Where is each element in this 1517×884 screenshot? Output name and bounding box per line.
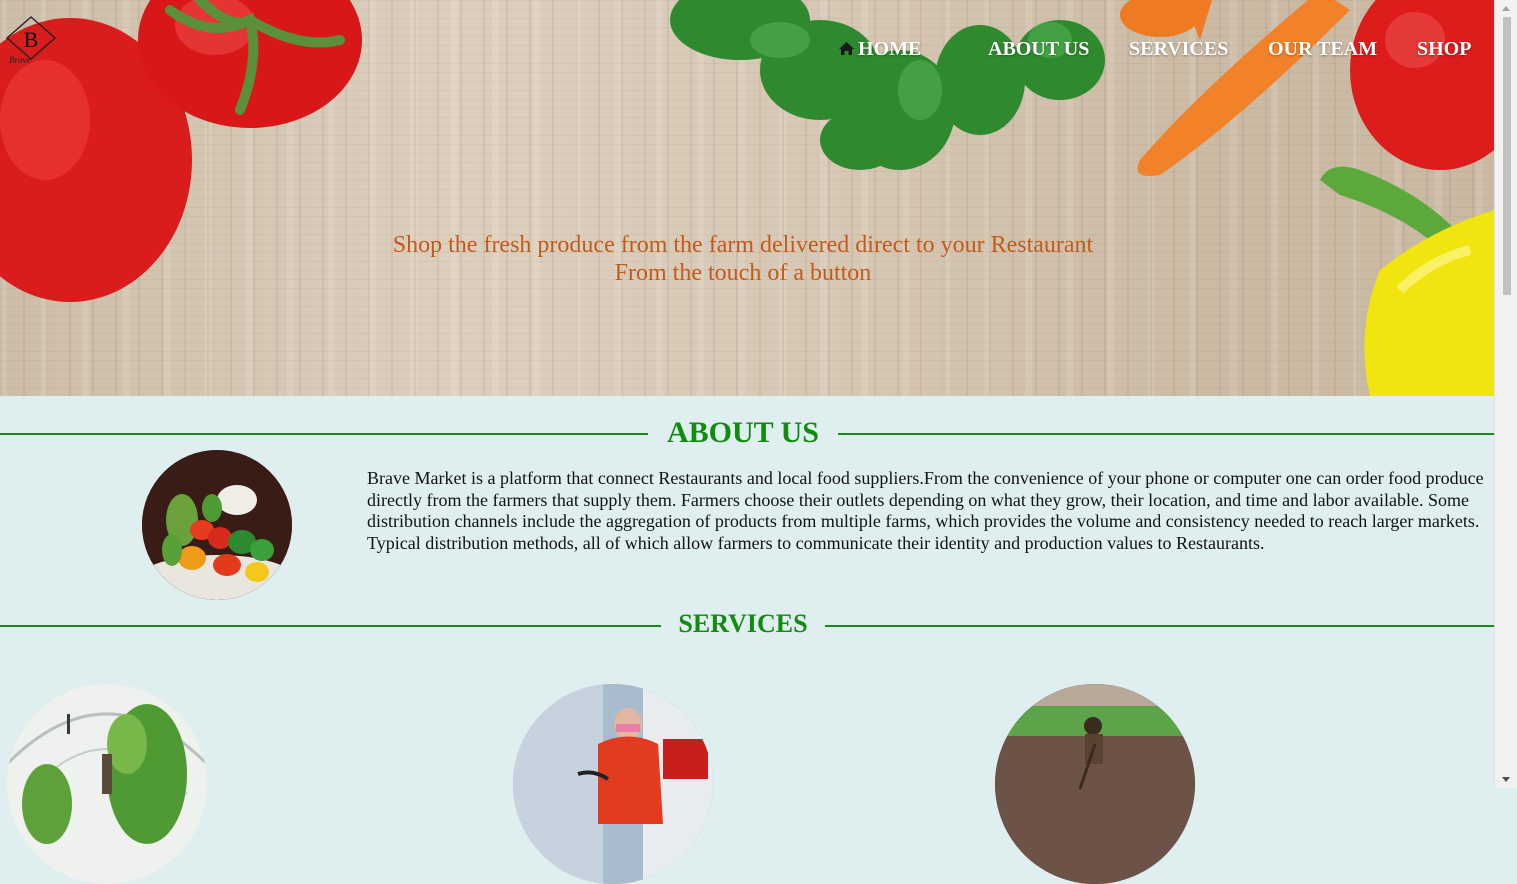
nav-about-us[interactable]: ABOUT US (988, 38, 1089, 61)
service-greenhouse-image (7, 684, 207, 884)
nav-home-label: HOME (858, 38, 922, 60)
hero-tagline: Shop the fresh produce from the farm del… (300, 231, 1186, 287)
nav-home[interactable]: HOME (838, 38, 921, 61)
service-farming-image (995, 684, 1195, 884)
nav-our-team[interactable]: OUR TEAM (1268, 38, 1377, 61)
scroll-up-arrow-icon[interactable] (1502, 6, 1510, 11)
about-description: Brave Market is a platform that connect … (367, 468, 1484, 553)
scroll-down-arrow-icon[interactable] (1502, 777, 1510, 782)
service-delivery-image (513, 684, 713, 884)
about-vegetables-image (142, 450, 292, 600)
page-scrollbar[interactable] (1494, 0, 1517, 788)
home-icon (839, 42, 854, 55)
hero-banner: B Brave HOME ABOUT US SERVICES OUR TEAM … (0, 0, 1494, 396)
about-heading: ABOUT US (648, 416, 838, 450)
hero-tagline-line2: From the touch of a button (614, 260, 872, 286)
nav-services[interactable]: SERVICES (1129, 38, 1228, 61)
main-nav: HOME ABOUT US SERVICES OUR TEAM SHOP (0, 38, 1494, 64)
nav-shop[interactable]: SHOP (1417, 38, 1471, 61)
services-heading: SERVICES (661, 609, 825, 639)
hero-tagline-line1: Shop the fresh produce from the farm del… (392, 232, 1094, 258)
scroll-thumb[interactable] (1503, 17, 1511, 295)
